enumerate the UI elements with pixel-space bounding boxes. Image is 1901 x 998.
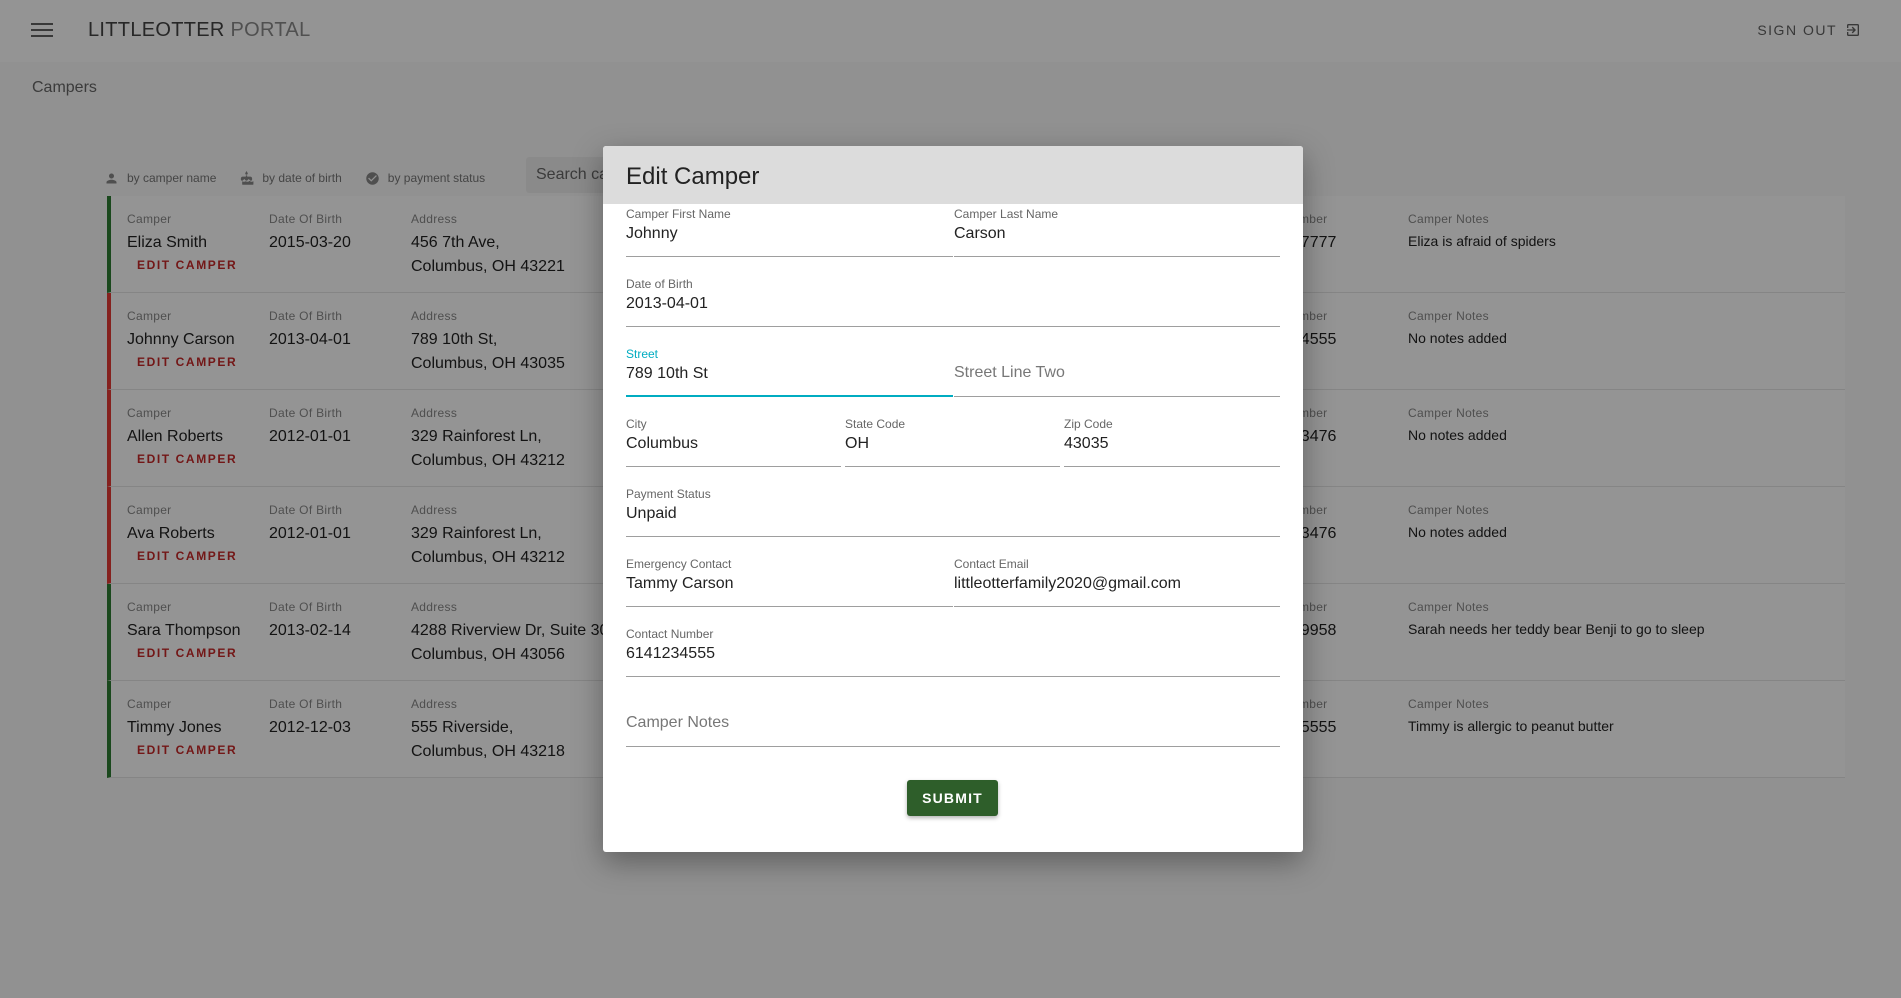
state-code-label: State Code <box>845 417 906 431</box>
emergency-contact-label: Emergency Contact <box>626 557 732 571</box>
last-name-field[interactable]: Camper Last Name Carson <box>954 207 1280 257</box>
dob-field-value: 2013-04-01 <box>626 295 708 312</box>
contact-number-value: 6141234555 <box>626 645 715 662</box>
state-code-field[interactable]: State Code OH <box>845 417 1060 467</box>
last-name-underline <box>954 256 1280 257</box>
edit-camper-dialog: Edit Camper Camper First Name Johnny Cam… <box>603 146 1303 852</box>
street-label: Street <box>626 347 659 361</box>
city-label: City <box>626 417 647 431</box>
first-name-label: Camper First Name <box>626 207 731 221</box>
first-name-field[interactable]: Camper First Name Johnny <box>626 207 953 257</box>
street-line-two-underline <box>954 396 1280 397</box>
street-line-two-placeholder: Street Line Two <box>954 364 1065 381</box>
zip-code-value: 43035 <box>1064 435 1109 452</box>
city-value: Columbus <box>626 435 699 452</box>
contact-number-field[interactable]: Contact Number 6141234555 <box>626 627 1280 677</box>
zip-code-label: Zip Code <box>1064 417 1113 431</box>
street-field[interactable]: Street 789 10th St <box>626 347 953 397</box>
state-code-value: OH <box>845 435 869 452</box>
dob-field[interactable]: Date of Birth 2013-04-01 <box>626 277 1280 327</box>
state-code-underline <box>845 466 1060 467</box>
contact-email-underline <box>954 606 1280 607</box>
payment-status-label: Payment Status <box>626 487 711 501</box>
first-name-underline <box>626 256 953 257</box>
contact-email-field[interactable]: Contact Email littleotterfamily2020@gmai… <box>954 557 1280 607</box>
payment-status-value: Unpaid <box>626 505 677 522</box>
contact-number-label: Contact Number <box>626 627 714 641</box>
camper-notes-placeholder: Camper Notes <box>626 714 730 731</box>
camper-notes-underline <box>626 746 1280 747</box>
camper-notes-field[interactable]: Camper Notes <box>626 697 1280 747</box>
dialog-title: Edit Camper <box>626 163 760 190</box>
dob-underline <box>626 326 1280 327</box>
street-underline <box>626 395 953 397</box>
city-field[interactable]: City Columbus <box>626 417 841 467</box>
contact-email-value: littleotterfamily2020@gmail.com <box>954 575 1181 592</box>
emergency-contact-underline <box>626 606 953 607</box>
zip-code-underline <box>1064 466 1280 467</box>
emergency-contact-field[interactable]: Emergency Contact Tammy Carson <box>626 557 953 607</box>
submit-button[interactable]: SUBMIT <box>907 780 998 816</box>
street-line-two-field[interactable]: Street Line Two <box>954 347 1280 397</box>
street-value: 789 10th St <box>626 365 708 382</box>
first-name-value: Johnny <box>626 225 678 242</box>
contact-email-label: Contact Email <box>954 557 1029 571</box>
zip-code-field[interactable]: Zip Code 43035 <box>1064 417 1280 467</box>
emergency-contact-value: Tammy Carson <box>626 575 734 592</box>
payment-status-underline <box>626 536 1280 537</box>
last-name-value: Carson <box>954 225 1006 242</box>
payment-status-field[interactable]: Payment Status Unpaid <box>626 487 1280 537</box>
last-name-label: Camper Last Name <box>954 207 1059 221</box>
contact-number-underline <box>626 676 1280 677</box>
city-underline <box>626 466 841 467</box>
dob-field-label: Date of Birth <box>626 277 693 291</box>
